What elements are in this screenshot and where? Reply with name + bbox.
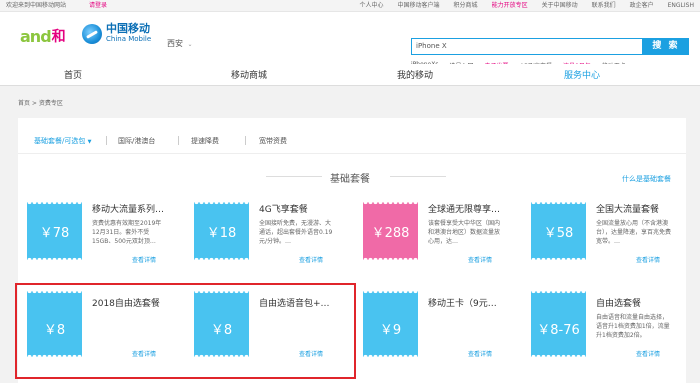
and-he-logo[interactable]: and 和 (20, 26, 66, 46)
package-name[interactable]: 全国大流量套餐 (596, 202, 672, 215)
price-ticket: ￥78 (27, 202, 82, 260)
price-value: ￥58 (543, 226, 574, 241)
price-ticket: ￥288 (363, 202, 418, 260)
price-value: ￥78 (39, 226, 70, 241)
package-card[interactable]: ￥9 移动王卡（9元… 查看详情 (354, 291, 507, 360)
package-card[interactable]: ￥78 移动大流量系列… 资费优惠有效期至2019年12月31日。套外不受15G… (18, 197, 171, 266)
package-card[interactable]: ￥288 全球通无限尊享… 该套餐享受大中华区（国内和港澳台地区）数据流量放心用… (354, 197, 507, 266)
main-nav: 首页 移动商城 我的移动 服务中心 (0, 64, 700, 86)
top-link-contact[interactable]: 联系我们 (592, 0, 616, 12)
highlight-frame (15, 283, 356, 379)
package-desc: 资费优惠有效期至2019年12月31日。套外不受15GB、500元双封顶… (92, 220, 162, 245)
package-desc: 全国流量放心用（不含港澳台），达量降速，享百兆免费宽带。… (596, 220, 672, 245)
top-link-client-app[interactable]: 中国移动客户端 (398, 0, 440, 12)
section-divider-right (390, 176, 446, 177)
china-mobile-logo[interactable]: 中国移动 China Mobile (82, 23, 151, 44)
package-card[interactable]: ￥58 全国大流量套餐 全国流量放心用（不含港澳台），达量降速，享百兆免费宽带。… (522, 197, 675, 266)
chevron-down-icon: ⌄ (187, 41, 193, 48)
brand-en: China Mobile (106, 35, 152, 43)
china-mobile-logo-icon (82, 23, 102, 44)
package-name[interactable]: 全球通无限尊享… (428, 202, 504, 215)
login-link[interactable]: 请登录 (89, 0, 107, 12)
site-header: and 和 中国移动 China Mobile 西安 ⌄ iPhone X 搜 … (0, 12, 700, 70)
nav-item-my-mobile[interactable]: 我的移动 (397, 68, 433, 81)
package-name[interactable]: 自由选套餐 (596, 296, 672, 309)
brand-cn: 中国移动 (106, 22, 150, 35)
nav-item-home[interactable]: 首页 (64, 68, 82, 81)
view-detail-link[interactable]: 查看详情 (636, 255, 660, 264)
welcome-text: 欢迎来到中国移动网站 (6, 2, 67, 9)
view-detail-link[interactable]: 查看详情 (636, 349, 660, 358)
price-value: ￥9 (379, 323, 402, 338)
city-selector[interactable]: 西安 ⌄ (167, 38, 193, 49)
view-detail-link[interactable]: 查看详情 (132, 255, 156, 264)
tab-divider (245, 136, 246, 145)
package-card[interactable]: ￥18 4G飞享套餐 全国接听免费，无漫游、大通话，超出套餐外语音0.19元/分… (185, 197, 338, 266)
price-ticket: ￥58 (531, 202, 586, 260)
price-ticket: ￥9 (363, 291, 418, 357)
price-value: ￥8-76 (537, 323, 580, 338)
top-link-open-capability[interactable]: 能力开放专区 (492, 0, 528, 12)
package-desc: 自由语音和流量自由选择，语音升1档资费加1倍，流量升1档资费加2倍。 (596, 314, 670, 339)
price-ticket: ￥8-76 (531, 291, 586, 357)
top-utility-bar: 欢迎来到中国移动网站 请登录 个人中心 中国移动客户端 积分商城 能力开放专区 … (0, 0, 700, 12)
tab-divider (106, 136, 107, 145)
package-name[interactable]: 移动大流量系列… (92, 202, 168, 215)
package-name[interactable]: 移动王卡（9元… (428, 296, 504, 309)
top-link-points-mall[interactable]: 积分商城 (454, 0, 478, 12)
top-link-personal-center[interactable]: 个人中心 (360, 0, 384, 12)
price-value: ￥288 (371, 226, 410, 241)
tab-international[interactable]: 国际/港澳台 (118, 136, 155, 146)
top-link-english[interactable]: ENGLISH (668, 0, 694, 12)
dropdown-arrow-icon: ▼ (87, 139, 92, 145)
view-detail-link[interactable]: 查看详情 (299, 255, 323, 264)
package-name[interactable]: 4G飞享套餐 (259, 202, 335, 215)
package-desc (428, 313, 504, 349)
top-links: 个人中心 中国移动客户端 积分商城 能力开放专区 关于中国移动 联系我们 政企客… (360, 0, 694, 12)
search-button[interactable]: 搜 索 (643, 38, 689, 55)
package-card[interactable]: ￥8-76 自由选套餐 自由语音和流量自由选择，语音升1档资费加1倍，流量升1档… (522, 291, 675, 360)
view-detail-link[interactable]: 查看详情 (468, 255, 492, 264)
tariff-tabs: 基础套餐/可选包 ▼ 国际/港澳台 提速降费 宽带资费 (18, 128, 686, 154)
tab-basic-packages[interactable]: 基础套餐/可选包 ▼ (34, 136, 91, 146)
package-desc: 该套餐享受大中华区（国内和港澳台地区）数据流量放心用，达… (428, 220, 501, 245)
package-desc: 全国接听免费，无漫游、大通话，超出套餐外语音0.19元/分钟。… (259, 220, 333, 245)
what-is-basic-link[interactable]: 什么是基础套餐 (622, 174, 671, 184)
price-ticket: ￥18 (194, 202, 249, 260)
view-detail-link[interactable]: 查看详情 (468, 349, 492, 358)
nav-item-mall[interactable]: 移动商城 (231, 68, 267, 81)
search-input[interactable]: iPhone X (411, 38, 643, 55)
tab-divider (178, 136, 179, 145)
top-link-about[interactable]: 关于中国移动 (542, 0, 578, 12)
nav-item-service-center[interactable]: 服务中心 (564, 68, 600, 81)
price-value: ￥18 (206, 226, 237, 241)
top-link-enterprise[interactable]: 政企客户 (630, 0, 654, 12)
section-title: 基础套餐 (330, 174, 370, 185)
breadcrumb: 首页 > 资费专区 (18, 100, 63, 107)
tab-broadband[interactable]: 宽带资费 (259, 136, 287, 146)
tab-speed-up[interactable]: 提速降费 (191, 136, 219, 146)
section-divider-left (266, 176, 322, 177)
